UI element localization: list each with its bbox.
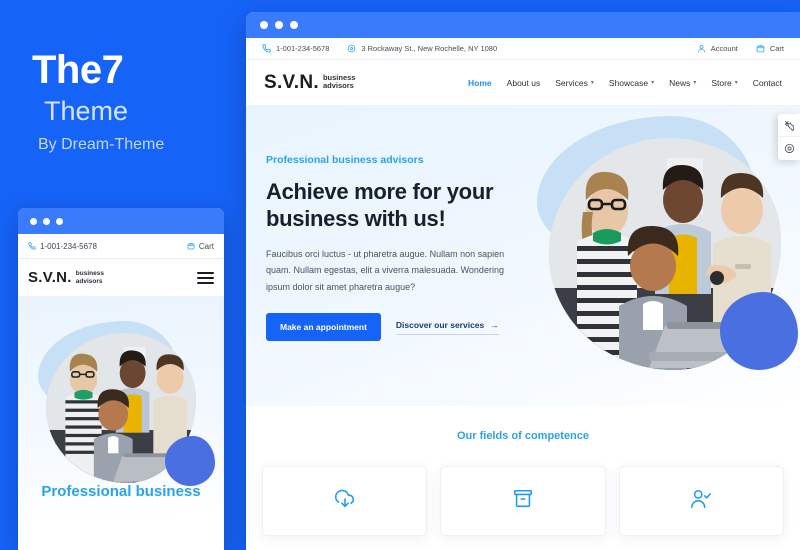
fields-section-header: Our fields of competence <box>246 406 800 466</box>
competence-cards <box>246 466 800 536</box>
window-dot-yellow[interactable] <box>275 21 283 29</box>
menu-label: Showcase <box>608 77 649 88</box>
chevron-down-icon: ▾ <box>693 80 697 86</box>
user-check-icon <box>690 488 712 515</box>
tools-icon[interactable] <box>778 114 800 137</box>
chevron-down-icon: ▾ <box>590 80 594 86</box>
menu-label: Home <box>468 77 492 88</box>
mobile-logo-tagline-line2: advisors <box>75 277 103 285</box>
topbar-address[interactable]: 3 Rockaway St., New Rochelle, NY 1080 <box>347 44 497 53</box>
window-dot-red[interactable] <box>30 217 37 225</box>
competence-card[interactable] <box>262 466 428 536</box>
arrow-right-icon: → <box>490 319 499 330</box>
gear-icon[interactable] <box>778 137 800 160</box>
site-topbar: 1-001-234-5678 3 Rockaway St., New Roche… <box>246 38 800 60</box>
promo-title: The7 <box>32 48 124 92</box>
menu-item-store[interactable]: Store ▾ <box>711 78 737 88</box>
cart-icon <box>756 44 765 53</box>
site-logo-tagline-line2: advisors <box>322 80 354 90</box>
screenshot-root: The7 Theme By Dream-Theme 1-001-234-5678… <box>0 0 800 550</box>
menu-label: Contact <box>752 77 782 88</box>
discover-services-link[interactable]: Discover our services → <box>395 319 499 335</box>
mobile-hero-bottom-fill <box>18 515 224 550</box>
hero-section: Professional business advisors Achieve m… <box>246 106 800 406</box>
menu-item-about-us[interactable]: About us <box>507 78 541 88</box>
menu-item-showcase[interactable]: Showcase ▾ <box>609 78 654 88</box>
topbar-phone[interactable]: 1-001-234-5678 <box>262 44 329 53</box>
topbar-cart[interactable]: Cart <box>756 44 784 53</box>
hero-headline: Achieve more for your business with us! <box>266 179 494 232</box>
menu-item-contact[interactable]: Contact <box>753 78 782 88</box>
hero-copy: Professional business advisors Achieve m… <box>266 154 524 342</box>
chevron-down-icon: ▾ <box>734 80 738 86</box>
menu-item-news[interactable]: News ▾ <box>669 78 696 88</box>
hamburger-menu-icon[interactable] <box>197 271 214 284</box>
window-dot-green[interactable] <box>290 21 298 29</box>
topbar-account-label: Account <box>710 44 738 53</box>
mobile-phone-number[interactable]: 1-001-234-5678 <box>40 242 97 251</box>
mobile-hero-section: Professional business <box>18 297 224 515</box>
blob-dark <box>165 436 215 486</box>
topbar-account[interactable]: Account <box>697 44 738 53</box>
site-logo[interactable]: S.V.N. business advisors <box>264 72 355 94</box>
mobile-logo-tagline: business advisors <box>76 270 104 285</box>
make-appointment-button[interactable]: Make an appointment <box>266 313 381 342</box>
main-menu: Home About us Services ▾ Showcase ▾ News ▾ … <box>468 78 782 88</box>
cart-icon <box>187 242 195 250</box>
menu-label: News <box>669 77 691 88</box>
mobile-cart-label[interactable]: Cart <box>199 242 214 251</box>
hero-paragraph: Faucibus orci luctus - ut pharetra augue… <box>266 248 505 292</box>
topbar-cart-label: Cart <box>769 44 784 53</box>
browser-mockup: 1-001-234-5678 3 Rockaway St., New Roche… <box>246 12 800 550</box>
hero-artwork <box>531 112 800 380</box>
site-logo-tagline: business advisors <box>322 73 356 91</box>
window-dot-red[interactable] <box>260 21 268 29</box>
menu-label: Services <box>555 77 588 88</box>
mobile-topbar: 1-001-234-5678 Cart <box>18 234 224 259</box>
floating-toolbar <box>778 114 800 160</box>
mobile-logo-row: S.V.N. business advisors <box>18 259 224 297</box>
promo-subtitle: Theme <box>44 96 129 126</box>
menu-item-home[interactable]: Home <box>468 78 492 88</box>
archive-box-icon <box>512 488 534 515</box>
mobile-logo-text[interactable]: S.V.N. <box>28 269 72 286</box>
competence-card[interactable] <box>440 466 606 536</box>
site-logo-text: S.V.N. <box>264 71 319 93</box>
phone-icon <box>262 44 271 53</box>
mobile-hero-title: Professional business <box>41 483 201 500</box>
phone-icon <box>28 242 36 250</box>
promo-byline: By Dream-Theme <box>38 136 165 153</box>
mobile-mockup: 1-001-234-5678 Cart S.V.N. business advi… <box>18 208 224 550</box>
mobile-window-titlebar <box>18 208 224 234</box>
site-navbar: S.V.N. business advisors Home About us S… <box>246 60 800 106</box>
competence-card[interactable] <box>618 466 784 536</box>
topbar-phone-number: 1-001-234-5678 <box>276 44 330 53</box>
cloud-download-icon <box>334 488 356 515</box>
window-dot-yellow[interactable] <box>43 217 50 225</box>
hero-eyebrow: Professional business advisors <box>266 154 424 166</box>
window-dot-green[interactable] <box>56 217 63 225</box>
topbar-address-text: 3 Rockaway St., New Rochelle, NY 1080 <box>361 44 498 53</box>
mobile-hero-art <box>34 315 215 490</box>
blob-dark <box>720 292 798 370</box>
menu-label: About us <box>506 77 541 88</box>
chevron-down-icon: ▾ <box>651 80 655 86</box>
menu-item-services[interactable]: Services ▾ <box>555 78 594 88</box>
fields-title: Our fields of competence <box>456 430 590 442</box>
menu-label: Store <box>711 77 732 88</box>
hero-cta-row: Make an appointment Discover our service… <box>266 313 524 342</box>
mobile-logo-tagline-line1: business <box>75 270 104 278</box>
discover-services-label: Discover our services <box>395 319 485 330</box>
user-icon <box>697 44 706 53</box>
location-pin-icon <box>347 44 356 53</box>
browser-titlebar <box>246 12 800 38</box>
